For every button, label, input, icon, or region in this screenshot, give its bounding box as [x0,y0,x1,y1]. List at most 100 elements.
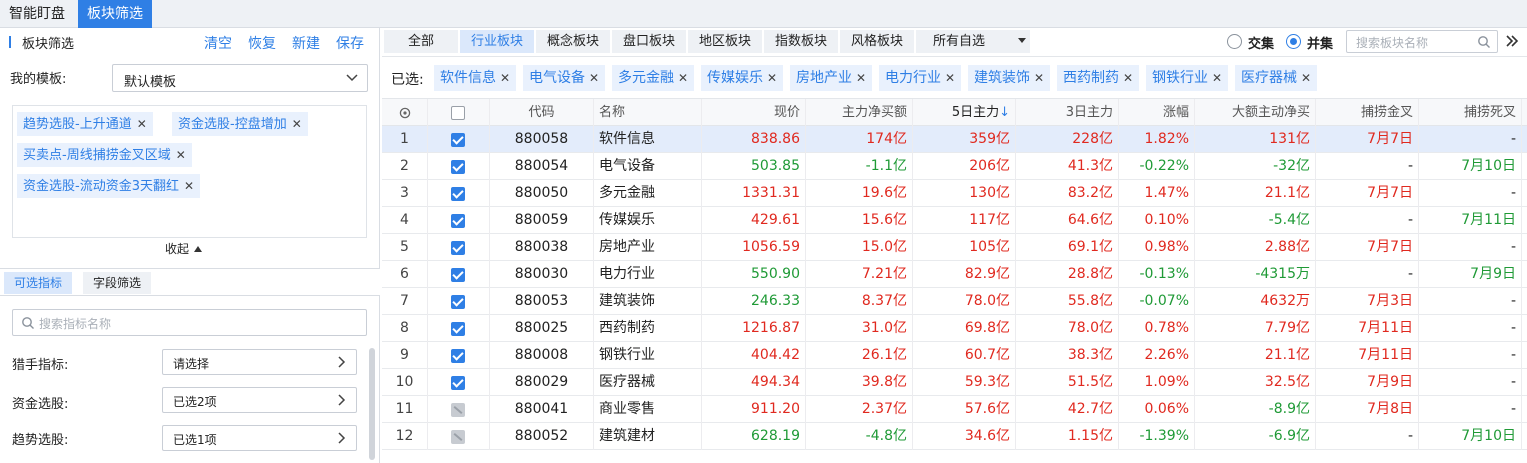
checked-checkbox[interactable] [451,322,465,336]
remove-icon[interactable]: ✕ [856,71,866,85]
large-net-buy-header[interactable]: 大额主动净买 [1195,99,1316,126]
condition-tag[interactable]: 资金选股-流动资金3天翻红 ✕ [17,174,201,198]
table-row[interactable]: 8 880025 西药制药 1216.87 31.0亿 69.8亿 78.0亿 0.78% 7.… [382,315,1527,342]
checked-checkbox[interactable] [451,349,465,363]
category-concept[interactable]: 概念板块 [536,30,610,53]
new-button[interactable]: 新建 [292,33,320,53]
collapse-toggle[interactable]: 收起 [165,240,203,257]
sector-search-input[interactable]: 搜索板块名称 [1346,30,1498,53]
select-all-checkbox[interactable] [451,106,465,120]
double-chevron-right-icon[interactable] [1505,34,1519,48]
remove-icon[interactable]: ✕ [500,71,510,85]
row-checkbox[interactable] [428,369,490,396]
selected-sector-tag[interactable]: 电力行业 ✕ [879,65,962,91]
row-checkbox[interactable] [428,342,490,369]
disabled-checkbox[interactable] [451,430,465,444]
row-checkbox[interactable] [428,423,490,450]
tab-smart-watch[interactable]: 智能盯盘 [0,0,74,28]
table-row[interactable]: 7 880053 建筑装饰 246.33 8.37亿 78.0亿 55.8亿 -0.07% 46… [382,288,1527,315]
change-header[interactable]: 涨幅 [1119,99,1195,126]
remove-icon[interactable]: ✕ [678,71,688,85]
selected-sector-tag[interactable]: 传媒娱乐 ✕ [701,65,784,91]
remove-icon[interactable]: ✕ [767,71,777,85]
trend-select-button[interactable]: 已选1项 [162,425,357,451]
row-checkbox[interactable] [428,288,490,315]
selected-sector-tag[interactable]: 房地产业 ✕ [790,65,873,91]
remove-icon[interactable]: ✕ [184,179,194,193]
table-row[interactable]: 10 880029 医疗器械 494.34 39.8亿 59.3亿 51.5亿 1.09% 32… [382,369,1527,396]
remove-icon[interactable]: ✕ [589,71,599,85]
clear-button[interactable]: 清空 [204,33,232,53]
row-checkbox[interactable] [428,396,490,423]
remove-icon[interactable]: ✕ [292,117,302,131]
selected-sector-tag[interactable]: 建筑装饰 ✕ [968,65,1051,91]
left-scrollbar[interactable] [369,348,375,460]
row-checkbox[interactable] [428,126,490,153]
death-cross-header[interactable]: 捕捞死叉 [1419,99,1522,126]
checked-checkbox[interactable] [451,187,465,201]
category-index[interactable]: 指数板块 [764,30,838,53]
remove-icon[interactable]: ✕ [137,117,147,131]
remove-icon[interactable]: ✕ [1034,71,1044,85]
category-all[interactable]: 全部 [384,30,458,53]
checked-checkbox[interactable] [451,241,465,255]
condition-tag[interactable]: 资金选股-控盘增加 ✕ [172,112,308,136]
selected-sector-tag[interactable]: 西药制药 ✕ [1057,65,1140,91]
checked-checkbox[interactable] [451,214,465,228]
table-row[interactable]: 12 880052 建筑建材 628.19 -4.8亿 34.6亿 1.15亿 -1.39% -… [382,423,1527,450]
row-checkbox[interactable] [428,315,490,342]
tab-field-filter[interactable]: 字段筛选 [83,272,152,294]
price-header[interactable]: 现价 [702,99,806,126]
main-3d-header[interactable]: 3日主力 [1016,99,1119,126]
select-all-header[interactable] [428,99,490,126]
fund-select-button[interactable]: 已选2项 [162,387,357,413]
category-style[interactable]: 风格板块 [840,30,914,53]
main-net-buy-header[interactable]: 主力净买额 [806,99,913,126]
selected-sector-tag[interactable]: 多元金融 ✕ [612,65,695,91]
table-row[interactable]: 1 880058 软件信息 838.86 174亿 359亿 228亿 1.82% 131亿 7月… [382,126,1527,153]
tab-sector-filter[interactable]: 板块筛选 [78,0,152,28]
remove-icon[interactable]: ✕ [176,148,186,162]
intersection-radio[interactable] [1227,34,1242,49]
golden-cross-header[interactable]: 捕捞金叉 [1316,99,1419,126]
table-row[interactable]: 5 880038 房地产业 1056.59 15.0亿 105亿 69.1亿 0.98% 2.8… [382,234,1527,261]
remove-icon[interactable]: ✕ [1301,71,1311,85]
table-row[interactable]: 3 880050 多元金融 1331.31 19.6亿 130亿 83.2亿 1.47% 21.… [382,180,1527,207]
row-checkbox[interactable] [428,153,490,180]
caret-down-icon[interactable] [1018,38,1026,43]
selected-sector-tag[interactable]: 钢铁行业 ✕ [1146,65,1229,91]
main-5d-header[interactable]: 5日主力↓ [913,99,1016,126]
union-radio[interactable] [1286,34,1301,49]
save-button[interactable]: 保存 [336,33,364,53]
checked-checkbox[interactable] [451,376,465,390]
template-select[interactable]: 默认模板 [112,64,368,92]
hunter-indicator-select[interactable]: 请选择 [162,349,357,375]
checked-checkbox[interactable] [451,295,465,309]
selected-sector-tag[interactable]: 医疗器械 ✕ [1235,65,1318,91]
remove-icon[interactable]: ✕ [1123,71,1133,85]
indicator-search-input[interactable]: 搜索指标名称 [12,309,367,336]
remove-icon[interactable]: ✕ [945,71,955,85]
name-header[interactable]: 名称 [594,99,702,126]
tab-available-indicators[interactable]: 可选指标 [4,272,73,294]
row-checkbox[interactable] [428,207,490,234]
category-tape[interactable]: 盘口板块 [612,30,686,53]
table-row[interactable]: 4 880059 传媒娱乐 429.61 15.6亿 117亿 64.6亿 0.10% -5.4… [382,207,1527,234]
row-checkbox[interactable] [428,180,490,207]
category-industry[interactable]: 行业板块 [460,30,534,53]
checked-checkbox[interactable] [451,160,465,174]
checked-checkbox[interactable] [451,268,465,282]
selected-sector-tag[interactable]: 电气设备 ✕ [523,65,606,91]
table-row[interactable]: 2 880054 电气设备 503.85 -1.1亿 206亿 41.3亿 -0.22% -32… [382,153,1527,180]
category-region[interactable]: 地区板块 [688,30,762,53]
disabled-checkbox[interactable] [451,403,465,417]
selected-sector-tag[interactable]: 软件信息 ✕ [434,65,517,91]
table-row[interactable]: 11 880041 商业零售 911.20 2.37亿 57.6亿 42.7亿 0.06% -8… [382,396,1527,423]
remove-icon[interactable]: ✕ [1212,71,1222,85]
category-all-watchlist[interactable]: 所有自选 [916,30,1030,53]
row-checkbox[interactable] [428,234,490,261]
condition-tag[interactable]: 买卖点-周线捕捞金叉区域 ✕ [17,143,192,167]
table-row[interactable]: 9 880008 钢铁行业 404.42 26.1亿 60.7亿 38.3亿 2.26% 21.… [382,342,1527,369]
checked-checkbox[interactable] [451,133,465,147]
row-checkbox[interactable] [428,261,490,288]
